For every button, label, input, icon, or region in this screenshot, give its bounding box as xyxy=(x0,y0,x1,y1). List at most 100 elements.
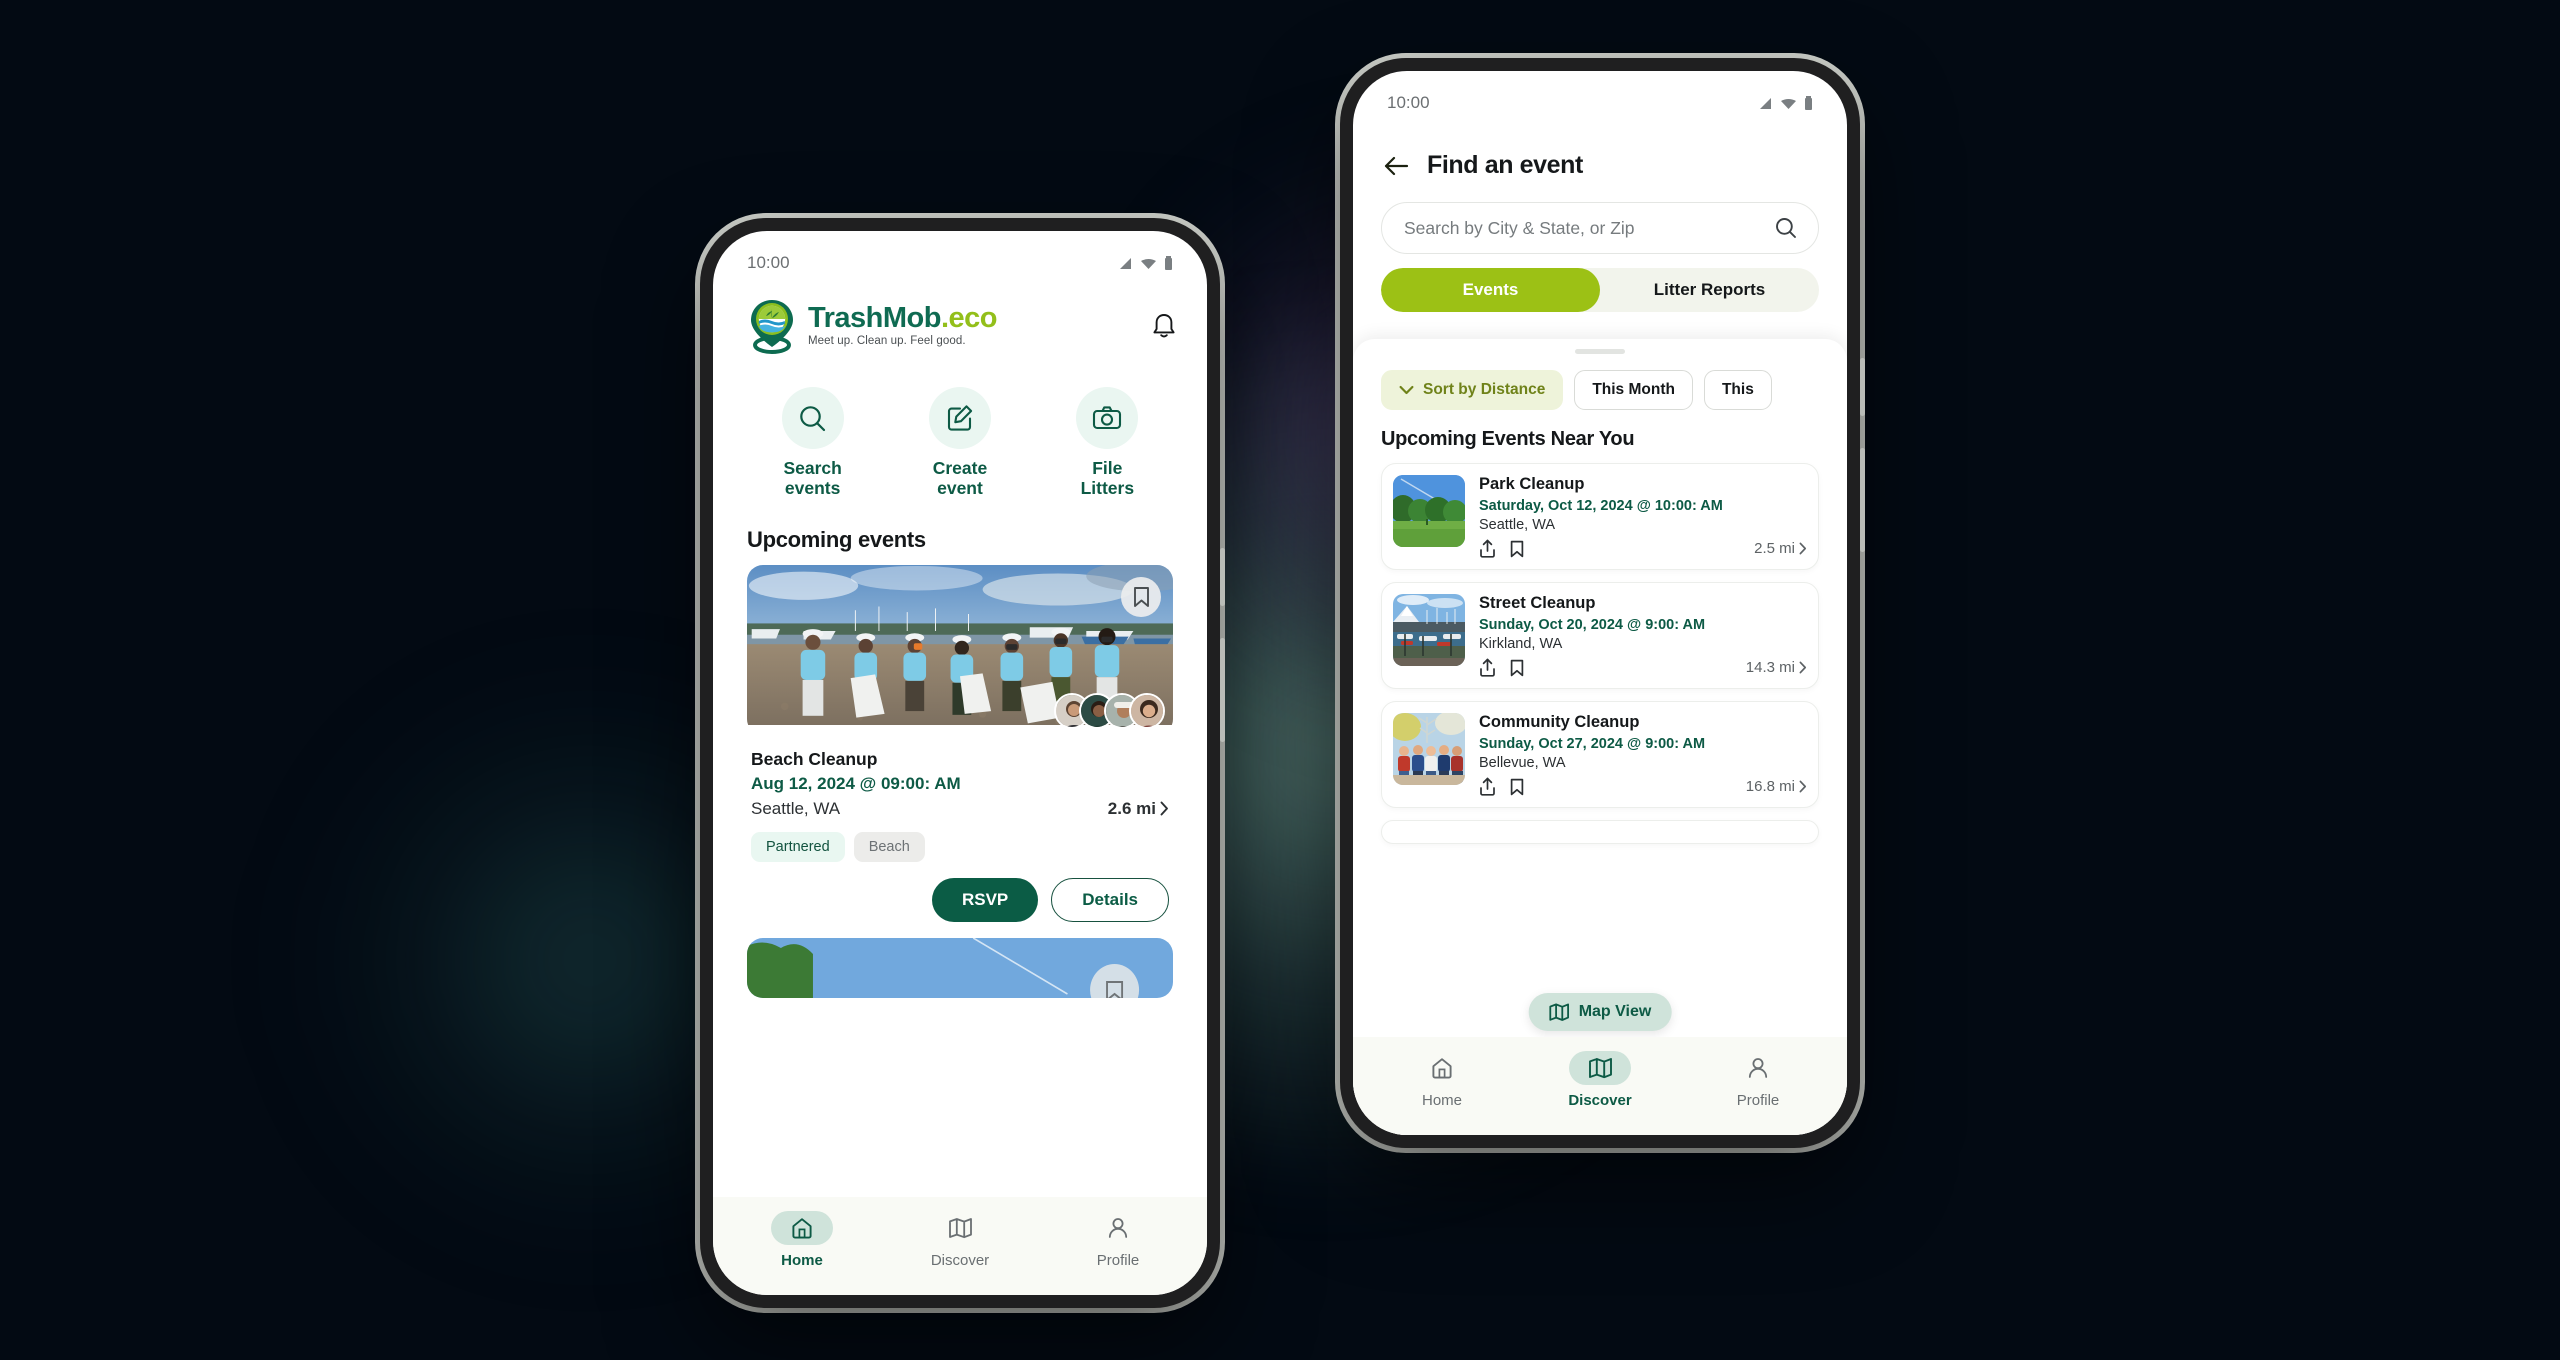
event-distance[interactable]: 16.8 mi xyxy=(1746,778,1807,795)
bookmark-button[interactable] xyxy=(1121,576,1161,617)
nav-item-discover[interactable]: Discover xyxy=(1546,1051,1654,1109)
tab-litter-reports[interactable]: Litter Reports xyxy=(1600,268,1819,312)
map-view-button[interactable]: Map View xyxy=(1528,993,1672,1031)
signal-icon xyxy=(1760,97,1771,109)
phone-volume-button[interactable] xyxy=(1220,638,1225,742)
bookmark-icon xyxy=(1133,586,1149,607)
status-bar: 10:00 xyxy=(1353,71,1847,119)
nav-item-discover[interactable]: Discover xyxy=(906,1211,1014,1269)
search-input[interactable]: Search by City & State, or Zip xyxy=(1381,202,1819,254)
quick-actions-row: Search events Create event File Litters xyxy=(713,361,1207,507)
marina-boats-mountain-photo xyxy=(1393,594,1465,666)
group-people-sitting-photo xyxy=(1393,713,1465,785)
rsvp-button[interactable]: RSVP xyxy=(931,877,1039,922)
nav-item-profile[interactable]: Profile xyxy=(1704,1051,1812,1109)
results-heading: Upcoming Events Near You xyxy=(1381,428,1635,450)
share-icon[interactable] xyxy=(1479,658,1496,677)
event-card[interactable]: Beach Cleanup Aug 12, 2024 @ 09:00: AM S… xyxy=(747,564,1173,922)
person-icon xyxy=(1108,1218,1128,1238)
quick-action-file-litters[interactable]: File Litters xyxy=(1051,387,1163,499)
camera-icon xyxy=(1093,406,1122,430)
quick-action-create-event[interactable]: Create event xyxy=(904,387,1016,499)
event-list-item[interactable]: Street Cleanup Sunday, Oct 20, 2024 @ 9:… xyxy=(1381,582,1819,689)
screenshot-stage: 10:00 TrashMob.eco Meet up. Clean up. Fe… xyxy=(0,0,2560,1360)
chip-this-month[interactable]: This Month xyxy=(1574,370,1693,410)
chevron-right-icon xyxy=(1160,801,1168,816)
event-info: Park Cleanup Saturday, Oct 12, 2024 @ 10… xyxy=(1479,475,1807,558)
edit-square-icon xyxy=(947,405,973,431)
next-event-card-peek[interactable] xyxy=(747,937,1173,998)
chevron-right-icon xyxy=(1799,661,1807,674)
nav-item-home[interactable]: Home xyxy=(1388,1051,1496,1109)
home-screen: 10:00 TrashMob.eco Meet up. Clean up. Fe… xyxy=(713,231,1207,1295)
status-time: 10:00 xyxy=(1387,93,1430,112)
tag-partnered[interactable]: Partnered xyxy=(751,831,845,862)
tab-events[interactable]: Events xyxy=(1381,268,1600,312)
chip-this-week[interactable]: This xyxy=(1703,370,1772,410)
qa-label-line2: event xyxy=(937,477,983,498)
event-title: Community Cleanup xyxy=(1479,713,1640,731)
map-icon xyxy=(948,1218,972,1239)
nav-label: Discover xyxy=(1568,1092,1632,1109)
qa-label-line1: Search xyxy=(783,458,842,478)
nav-label: Profile xyxy=(1096,1252,1140,1269)
tab-bar: Events Litter Reports xyxy=(1381,268,1819,312)
event-card-body: Beach Cleanup Aug 12, 2024 @ 09:00: AM S… xyxy=(747,735,1173,922)
bookmark-icon[interactable] xyxy=(1510,778,1524,796)
bookmark-icon[interactable] xyxy=(1510,659,1524,677)
share-icon[interactable] xyxy=(1479,777,1496,796)
phone-volume-button[interactable] xyxy=(1860,448,1865,552)
nav-item-home[interactable]: Home xyxy=(748,1211,856,1269)
quick-action-search-events[interactable]: Search events xyxy=(757,387,869,499)
tag-beach[interactable]: Beach xyxy=(853,831,925,862)
event-list-item-peek[interactable] xyxy=(1381,820,1819,844)
chip-label: This Month xyxy=(1592,381,1675,398)
event-thumbnail xyxy=(1393,475,1465,547)
bookmark-icon[interactable] xyxy=(1510,540,1524,558)
event-location: Kirkland, WA xyxy=(1479,636,1563,652)
event-distance[interactable]: 2.6 mi xyxy=(1108,799,1169,819)
share-icon[interactable] xyxy=(1479,539,1496,558)
chip-sort-by-distance[interactable]: Sort by Distance xyxy=(1381,370,1564,410)
nav-pill xyxy=(929,1211,991,1245)
event-date: Aug 12, 2024 @ 09:00: AM xyxy=(751,773,961,793)
signal-icon xyxy=(1120,257,1131,269)
event-card-actions: RSVP Details xyxy=(751,877,1169,922)
phone-side-button[interactable] xyxy=(1860,358,1865,416)
person-icon xyxy=(1748,1058,1768,1078)
search-placeholder: Search by City & State, or Zip xyxy=(1404,217,1635,238)
bottom-navigation: Home Discover Profile xyxy=(713,1197,1207,1295)
brand-title: TrashMob.eco xyxy=(808,302,998,335)
event-date: Sunday, Oct 20, 2024 @ 9:00: AM xyxy=(1479,617,1706,633)
details-button[interactable]: Details xyxy=(1051,877,1169,922)
map-view-label: Map View xyxy=(1578,1003,1652,1020)
brand-tagline: Meet up. Clean up. Feel good. xyxy=(808,335,966,348)
search-icon[interactable] xyxy=(1774,216,1798,240)
nav-item-profile[interactable]: Profile xyxy=(1064,1211,1172,1269)
park-green-trees-photo xyxy=(1393,475,1465,547)
discover-header: Find an event xyxy=(1353,119,1847,180)
event-thumbnail xyxy=(1393,594,1465,666)
brand-text: TrashMob.eco Meet up. Clean up. Feel goo… xyxy=(808,302,998,348)
chevron-right-icon xyxy=(1799,542,1807,555)
event-action-icons xyxy=(1479,777,1524,796)
event-distance[interactable]: 2.5 mi xyxy=(1754,540,1807,557)
event-list-item[interactable]: Community Cleanup Sunday, Oct 27, 2024 @… xyxy=(1381,701,1819,808)
chip-label: Sort by Distance xyxy=(1423,381,1546,398)
battery-icon xyxy=(1805,96,1812,110)
event-title: Park Cleanup xyxy=(1479,475,1585,493)
event-distance[interactable]: 14.3 mi xyxy=(1746,659,1807,676)
event-title: Beach Cleanup xyxy=(751,748,878,769)
event-list-item[interactable]: Park Cleanup Saturday, Oct 12, 2024 @ 10… xyxy=(1381,463,1819,570)
back-arrow-icon[interactable] xyxy=(1383,155,1409,177)
phone-side-button[interactable] xyxy=(1220,548,1225,606)
quick-action-label: File Litters xyxy=(1081,458,1134,499)
park-photo-peek xyxy=(747,937,1173,998)
notification-bell-icon[interactable] xyxy=(1151,312,1177,341)
brand-name-primary: TrashMob xyxy=(808,302,941,335)
qa-label-line2: events xyxy=(784,477,841,498)
event-date: Saturday, Oct 12, 2024 @ 10:00: AM xyxy=(1479,498,1723,514)
attendee-avatars[interactable] xyxy=(1054,692,1165,729)
nav-label: Discover xyxy=(930,1252,990,1269)
chevron-down-icon xyxy=(1399,385,1414,395)
